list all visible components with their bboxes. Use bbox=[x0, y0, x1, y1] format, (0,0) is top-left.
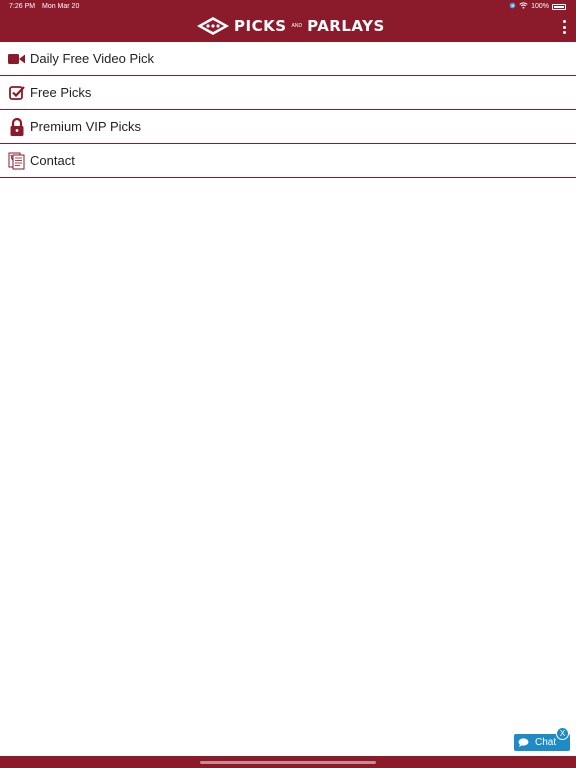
logo-text-and: AND bbox=[291, 23, 303, 29]
video-camera-icon bbox=[8, 50, 25, 67]
lock-icon bbox=[8, 117, 25, 136]
dice-logo-icon bbox=[197, 17, 229, 35]
status-time: 7:26 PM bbox=[9, 3, 36, 10]
home-indicator[interactable] bbox=[200, 761, 376, 764]
chat-bubble-icon bbox=[518, 738, 529, 747]
menu-item-daily-free-video-pick[interactable]: Daily Free Video Pick bbox=[0, 42, 576, 76]
menu-item-label: Free Picks bbox=[30, 85, 92, 100]
status-indicators: 100% bbox=[509, 2, 566, 11]
battery-percent: 100% bbox=[531, 3, 549, 10]
status-date: Mon Mar 20 bbox=[42, 3, 80, 10]
wifi-icon bbox=[519, 2, 528, 11]
chat-close-button[interactable]: X bbox=[556, 727, 569, 740]
location-icon bbox=[509, 2, 516, 11]
menu-item-label: Daily Free Video Pick bbox=[30, 51, 155, 66]
logo-text-parlays: PARLAYS bbox=[307, 17, 385, 35]
menu-item-premium-vip-picks[interactable]: Premium VIP Picks bbox=[0, 110, 576, 144]
status-bar: 7:26 PM Mon Mar 20 100% bbox=[0, 0, 576, 14]
main-menu: Daily Free Video Pick Free Picks Premium… bbox=[0, 42, 576, 178]
app-header: 7:26 PM Mon Mar 20 100% PICKS AND PARLAY… bbox=[0, 0, 576, 42]
chat-label: Chat bbox=[535, 737, 557, 748]
logo-text-picks: PICKS bbox=[234, 17, 287, 35]
checkbox-icon bbox=[8, 84, 25, 101]
more-options-icon[interactable] bbox=[561, 20, 567, 34]
menu-item-label: Premium VIP Picks bbox=[30, 119, 142, 134]
menu-item-free-picks[interactable]: Free Picks bbox=[0, 76, 576, 110]
menu-item-label: Contact bbox=[30, 153, 75, 168]
battery-icon bbox=[552, 3, 566, 10]
contact-document-icon bbox=[8, 152, 25, 169]
app-logo: PICKS AND PARLAYS bbox=[196, 16, 385, 36]
app-screen: 7:26 PM Mon Mar 20 100% PICKS AND PARLAY… bbox=[0, 0, 576, 768]
menu-item-contact[interactable]: Contact bbox=[0, 144, 576, 178]
